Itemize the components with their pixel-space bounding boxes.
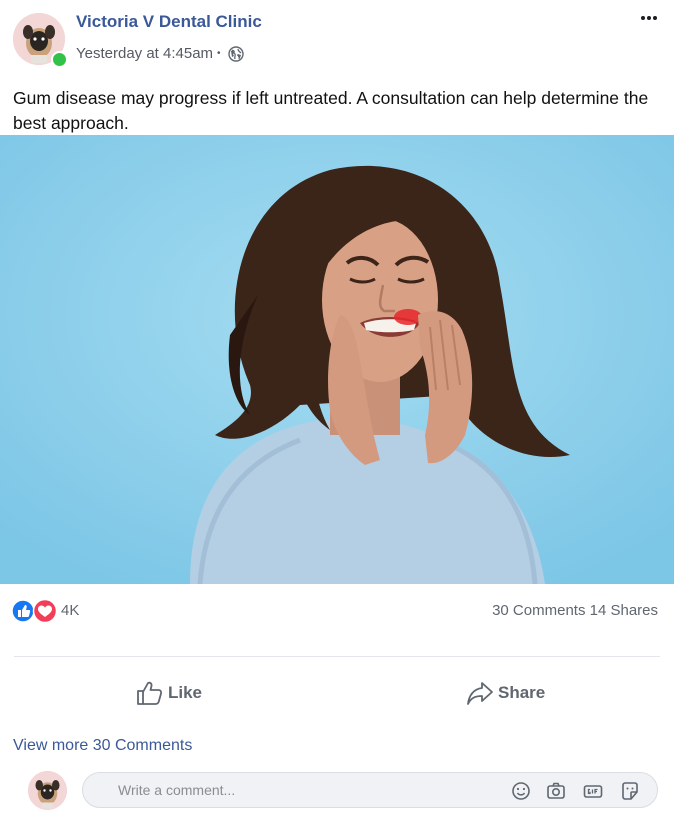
post-meta: Yesterday at 4:45am • bbox=[76, 45, 244, 62]
comment-box bbox=[82, 772, 658, 808]
share-label: Share bbox=[498, 683, 546, 702]
share-arrow-icon bbox=[467, 682, 493, 705]
reaction-count[interactable]: 4K bbox=[61, 602, 79, 619]
like-reaction-icon bbox=[11, 599, 35, 623]
sticker-icon[interactable] bbox=[619, 780, 641, 802]
reactions-row: 4K 30 Comments 14 Shares bbox=[0, 596, 674, 626]
woman-toothache-photo bbox=[0, 135, 674, 584]
post-text: Gum disease may progress if left untreat… bbox=[13, 88, 649, 133]
more-options-icon[interactable] bbox=[638, 8, 660, 28]
avatar-dog-image bbox=[28, 771, 67, 810]
camera-icon[interactable] bbox=[545, 780, 567, 802]
post-header: Victoria V Dental Clinic Yesterday at 4:… bbox=[0, 0, 674, 80]
view-more-comments-link[interactable]: View more 30 Comments bbox=[13, 737, 192, 755]
globe-icon[interactable] bbox=[227, 45, 244, 62]
reaction-icons[interactable] bbox=[11, 598, 59, 624]
love-reaction-icon bbox=[32, 598, 58, 624]
online-status-dot bbox=[51, 51, 68, 68]
commenter-avatar[interactable] bbox=[28, 771, 67, 810]
page-name-link[interactable]: Victoria V Dental Clinic bbox=[76, 12, 262, 32]
actions-divider bbox=[14, 656, 660, 657]
comment-share-counts[interactable]: 30 Comments 14 Shares bbox=[492, 602, 658, 619]
share-button[interactable]: Share bbox=[466, 677, 545, 709]
like-label: Like bbox=[168, 683, 203, 702]
comment-input[interactable] bbox=[116, 781, 480, 799]
meta-separator: • bbox=[217, 48, 221, 59]
post-photo[interactable] bbox=[0, 135, 674, 584]
gif-icon[interactable] bbox=[582, 780, 604, 802]
thumbs-up-icon bbox=[137, 681, 163, 705]
post-timestamp[interactable]: Yesterday at 4:45am bbox=[76, 45, 213, 62]
emoji-icon[interactable] bbox=[510, 780, 532, 802]
like-button[interactable]: Like bbox=[136, 677, 202, 709]
